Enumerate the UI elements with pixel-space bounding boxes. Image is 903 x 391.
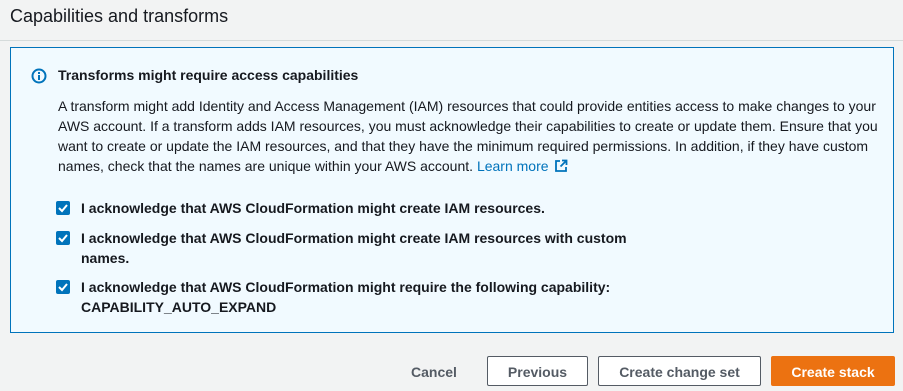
acknowledge-custom-names-label: I acknowledge that AWS CloudFormation mi… <box>81 230 627 266</box>
acknowledge-custom-names[interactable]: I acknowledge that AWS CloudFormation mi… <box>56 228 641 268</box>
checkmark-icon <box>58 283 68 292</box>
info-alert: Transforms might require access capabili… <box>10 47 894 333</box>
external-link-icon <box>554 158 568 172</box>
section-title: Capabilities and transforms <box>10 6 229 26</box>
checkmark-icon <box>58 204 68 213</box>
previous-button[interactable]: Previous <box>487 356 588 386</box>
checkmark-icon <box>58 234 68 243</box>
info-description: A transform might add Identity and Acces… <box>58 96 878 176</box>
create-change-set-button[interactable]: Create change set <box>598 356 761 386</box>
learn-more-link[interactable]: Learn more <box>477 158 568 174</box>
section-divider <box>0 40 903 41</box>
cancel-button[interactable]: Cancel <box>396 356 472 386</box>
info-body-text: A transform might add Identity and Acces… <box>58 98 878 174</box>
acknowledge-auto-expand-label: I acknowledge that AWS CloudFormation mi… <box>81 279 611 315</box>
info-title: Transforms might require access capabili… <box>58 67 359 83</box>
wizard-footer: Cancel Previous Create change set Create… <box>0 356 903 386</box>
learn-more-label: Learn more <box>476 158 549 174</box>
acknowledge-iam-resources-checkbox[interactable] <box>56 201 70 215</box>
acknowledge-custom-names-checkbox[interactable] <box>56 231 70 245</box>
create-stack-button[interactable]: Create stack <box>771 356 895 386</box>
acknowledge-iam-resources-label: I acknowledge that AWS CloudFormation mi… <box>81 200 545 216</box>
acknowledge-auto-expand-checkbox[interactable] <box>56 280 70 294</box>
info-icon <box>31 68 47 84</box>
acknowledge-auto-expand[interactable]: I acknowledge that AWS CloudFormation mi… <box>56 277 641 317</box>
acknowledge-iam-resources[interactable]: I acknowledge that AWS CloudFormation mi… <box>56 198 641 218</box>
